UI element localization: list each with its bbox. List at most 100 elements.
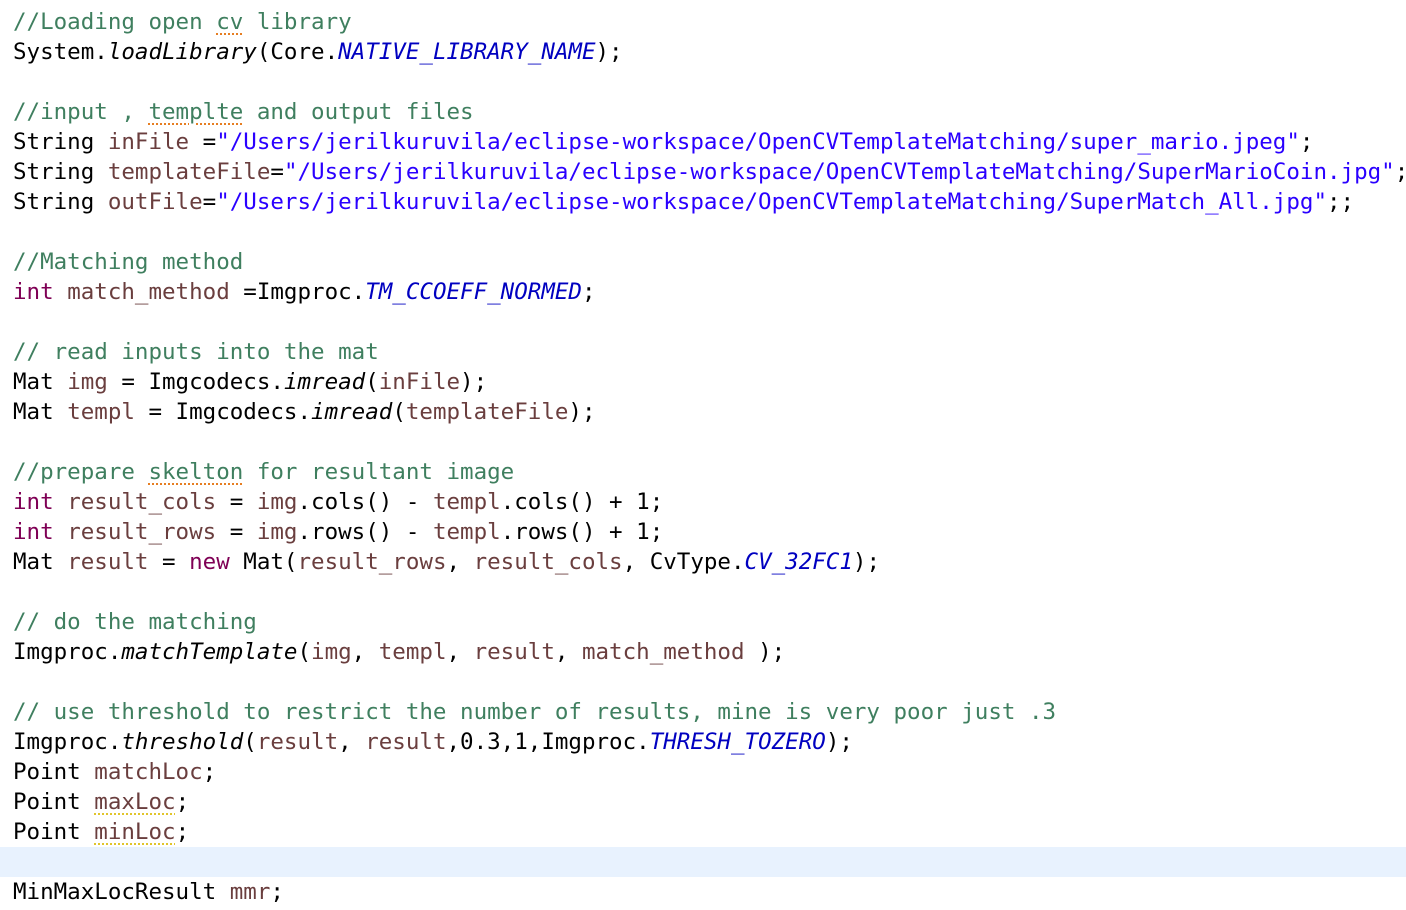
code-line[interactable]: Imgproc.threshold(result, result,0.3,1,I… [0,727,1406,757]
code-token: String [13,129,108,155]
keyword-token: new [189,549,230,575]
code-line[interactable]: int result_rows = img.rows() - templ.row… [0,517,1406,547]
code-token: ; [581,279,596,305]
variable-token: match_method [67,279,230,305]
variable-token: img [311,639,352,665]
variable-token: result [473,639,555,665]
code-token: .rows() - [297,519,433,545]
variable-token: templateFile [405,399,569,425]
code-line[interactable]: //input , templte and output files [0,97,1406,127]
variable-token: result_cols [473,549,623,575]
code-token: = [202,189,217,215]
variable-token: templ [67,399,135,425]
code-token: Point [13,789,95,815]
variable-token: img [256,489,298,515]
code-token: Point [13,819,95,845]
code-line[interactable]: // do the matching [0,607,1406,637]
code-line[interactable]: MinMaxLocResult mmr; [0,877,1406,907]
code-line[interactable]: ​ [0,667,1406,697]
code-line[interactable]: // use threshold to restrict the number … [0,697,1406,727]
code-line[interactable]: String templateFile="/Users/jerilkuruvil… [0,157,1406,187]
comment-token: library [243,9,352,35]
variable-token: outFile [107,189,203,215]
code-token: = [189,129,217,155]
code-token: = [216,519,257,545]
code-token: ); [595,39,623,65]
code-token: = Imgcodecs. [134,399,312,425]
method-call-token: imread [283,369,366,395]
comment-token: // do the matching [13,609,257,635]
code-token: = [148,549,190,575]
code-token: , [338,729,366,755]
variable-token: matchLoc [94,759,203,785]
keyword-token: int [13,519,54,545]
code-line[interactable]: ​ [0,307,1406,337]
code-line[interactable]: Point maxLoc; [0,787,1406,817]
comment-token: for resultant image [243,459,515,485]
variable-token: img [67,369,108,395]
spelling-error-word: cv [216,9,244,35]
code-token: Mat [13,399,68,425]
variable-token: inFile [378,369,461,395]
constant-token: TM_CCOEFF_NORMED [365,279,582,305]
code-token: ; [175,819,190,845]
unused-variable-warning: maxLoc [94,789,176,815]
code-token: System. [13,39,108,65]
code-line[interactable]: //prepare skelton for resultant image [0,457,1406,487]
code-line[interactable]: String inFile ="/Users/jerilkuruvila/ecl… [0,127,1406,157]
string-literal: "/Users/jerilkuruvila/eclipse-workspace/… [283,159,1395,185]
comment-token: and output files [243,99,474,125]
variable-token: templateFile [107,159,271,185]
code-line[interactable]: Imgproc.matchTemplate(img, templ, result… [0,637,1406,667]
code-line[interactable]: System.loadLibrary(Core.NATIVE_LIBRARY_N… [0,37,1406,67]
unused-variable-warning: minLoc [94,819,176,845]
code-line[interactable]: Mat img = Imgcodecs.imread(inFile); [0,367,1406,397]
code-token: ; [1299,129,1314,155]
code-line[interactable]: Point matchLoc; [0,757,1406,787]
code-line[interactable]: String outFile="/Users/jerilkuruvila/ecl… [0,187,1406,217]
code-line[interactable]: // read inputs into the mat [0,337,1406,367]
variable-token: result [256,729,339,755]
method-call-token: imread [311,399,393,425]
variable-token: result_cols [67,489,217,515]
code-line[interactable]: //Loading open cv library [0,7,1406,37]
keyword-token: int [13,279,54,305]
code-token: Mat [13,549,68,575]
code-token: ( [365,369,379,395]
code-token: ; [1395,159,1406,185]
code-token: = [216,489,257,515]
code-token: Mat [13,369,68,395]
comment-token: //Matching method [13,249,244,275]
current-line[interactable]: ​ [0,847,1406,877]
code-line[interactable]: int result_cols = img.cols() - templ.col… [0,487,1406,517]
keyword-token: int [13,489,54,515]
code-line[interactable]: ​ [0,217,1406,247]
variable-token: inFile [107,129,190,155]
code-line[interactable]: int match_method =Imgproc.TM_CCOEFF_NORM… [0,277,1406,307]
code-token: ( [392,399,406,425]
string-literal: "/Users/jerilkuruvila/eclipse-workspace/… [216,189,1327,215]
code-token: Point [13,759,95,785]
variable-token: templ [378,639,447,665]
code-token: ); [852,549,880,575]
code-line[interactable]: Mat templ = Imgcodecs.imread(templateFil… [0,397,1406,427]
code-line[interactable]: ​ [0,577,1406,607]
variable-token: img [256,519,298,545]
spelling-error-word: templte [148,99,244,125]
code-editor[interactable]: //Loading open cv library System.loadLibr… [0,0,1406,910]
code-token: = [270,159,284,185]
code-line[interactable]: Point minLoc; [0,817,1406,847]
code-token: ); [744,639,786,665]
comment-token: //prepare [13,459,149,485]
code-token: Imgproc. [13,729,122,755]
code-line[interactable]: Mat result = new Mat(result_rows, result… [0,547,1406,577]
code-line[interactable]: ​ [0,427,1406,457]
code-token: =Imgproc. [229,279,366,305]
code-token: ( [297,639,312,665]
code-token: String [13,189,108,215]
code-line[interactable]: //Matching method [0,247,1406,277]
code-line[interactable]: ​ [0,67,1406,97]
code-token: String [13,159,108,185]
